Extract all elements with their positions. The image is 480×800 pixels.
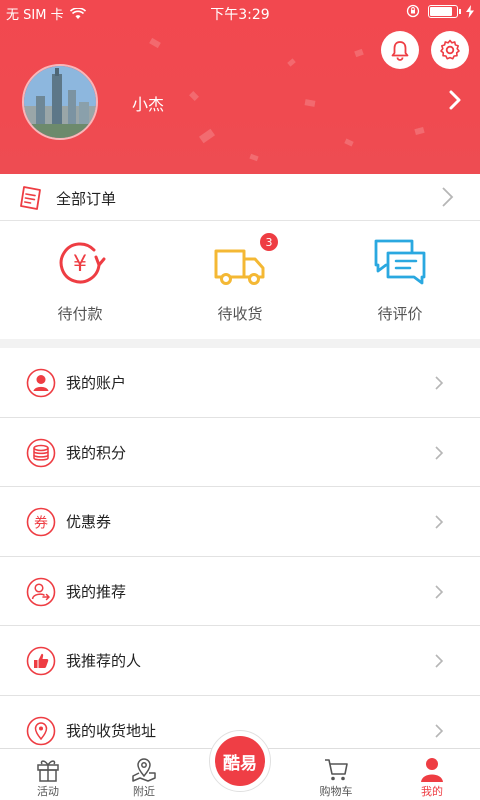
chevron-right-icon <box>435 515 444 529</box>
username[interactable]: 小杰 <box>132 91 164 115</box>
tab-activities[interactable]: 活动 <box>0 749 96 800</box>
battery-icon <box>428 4 461 18</box>
profile-header: 无 SIM 卡 下午3:29 小杰 <box>0 0 480 174</box>
chat-bubbles-icon <box>374 239 426 285</box>
tab-mine[interactable]: 我的 <box>384 749 480 800</box>
gift-icon <box>37 760 59 782</box>
receipt-count-badge: 3 <box>258 231 280 253</box>
chevron-right-icon <box>435 723 444 738</box>
status-pending-review[interactable]: 待评价 <box>320 221 480 339</box>
yuan-clock-icon: ¥ <box>59 242 106 284</box>
menu-item-referred-people[interactable]: 我推荐的人 <box>0 626 480 696</box>
chevron-right-icon[interactable] <box>448 90 462 110</box>
notification-button[interactable] <box>381 31 419 69</box>
coupon-icon: 券 <box>26 507 56 537</box>
status-label: 待评价 <box>377 305 423 323</box>
tab-cart[interactable]: 购物车 <box>288 749 384 800</box>
bell-icon <box>391 41 409 61</box>
tab-label: 我的 <box>421 785 443 798</box>
user-icon <box>26 368 56 398</box>
menu-item-points[interactable]: 我的积分 <box>0 418 480 487</box>
avatar[interactable] <box>22 64 98 140</box>
recommend-icon <box>26 577 56 606</box>
center-action-button[interactable]: 酷易 <box>209 730 271 792</box>
status-bar: 无 SIM 卡 下午3:29 <box>0 0 480 24</box>
thumbs-up-icon <box>26 646 56 676</box>
order-status-panel: ¥ 待付款 3 待收货 待评价 <box>0 221 480 339</box>
menu-item-coupons[interactable]: 券 优惠券 <box>0 487 480 557</box>
chevron-right-icon <box>435 376 444 390</box>
order-list-icon <box>20 186 41 210</box>
account-menu: 我的账户 我的积分 券 优惠券 我的推荐 我推荐的人 我的收货地址 <box>0 348 480 765</box>
status-pending-payment[interactable]: ¥ 待付款 <box>0 221 160 339</box>
menu-item-recommend[interactable]: 我的推荐 <box>0 557 480 626</box>
chevron-right-icon <box>442 187 454 207</box>
map-pin-icon <box>132 758 156 782</box>
charging-icon <box>466 4 474 18</box>
chevron-right-icon <box>435 445 444 460</box>
status-pending-receipt[interactable]: 3 待收货 <box>160 221 320 339</box>
orientation-lock-icon <box>406 4 420 18</box>
cart-icon <box>325 759 348 781</box>
status-label: 待付款 <box>57 305 103 323</box>
menu-label: 我的推荐 <box>66 582 127 601</box>
menu-item-account[interactable]: 我的账户 <box>0 348 480 418</box>
chevron-right-icon <box>435 584 444 599</box>
status-label: 待收货 <box>217 305 263 323</box>
tab-nearby[interactable]: 附近 <box>96 749 192 800</box>
menu-label: 我的账户 <box>66 374 127 392</box>
tab-label: 购物车 <box>319 785 353 798</box>
svg-text:¥: ¥ <box>73 252 87 277</box>
menu-label: 我推荐的人 <box>66 652 142 670</box>
settings-button[interactable] <box>431 31 469 69</box>
all-orders-row[interactable]: 全部订单 <box>0 174 480 221</box>
coins-icon <box>26 438 56 467</box>
avatar-image <box>24 66 96 138</box>
menu-label: 我的积分 <box>66 443 127 462</box>
person-icon <box>421 758 443 782</box>
gear-icon <box>440 39 460 60</box>
svg-text:券: 券 <box>34 516 48 532</box>
menu-label: 我的收货地址 <box>66 721 157 740</box>
location-icon <box>26 716 56 745</box>
tab-label: 附近 <box>133 785 155 798</box>
chevron-right-icon <box>435 654 444 668</box>
tab-label: 活动 <box>37 785 59 798</box>
all-orders-label: 全部订单 <box>56 190 117 208</box>
menu-label: 优惠券 <box>66 513 112 531</box>
center-logo: 酷易 <box>215 736 265 786</box>
